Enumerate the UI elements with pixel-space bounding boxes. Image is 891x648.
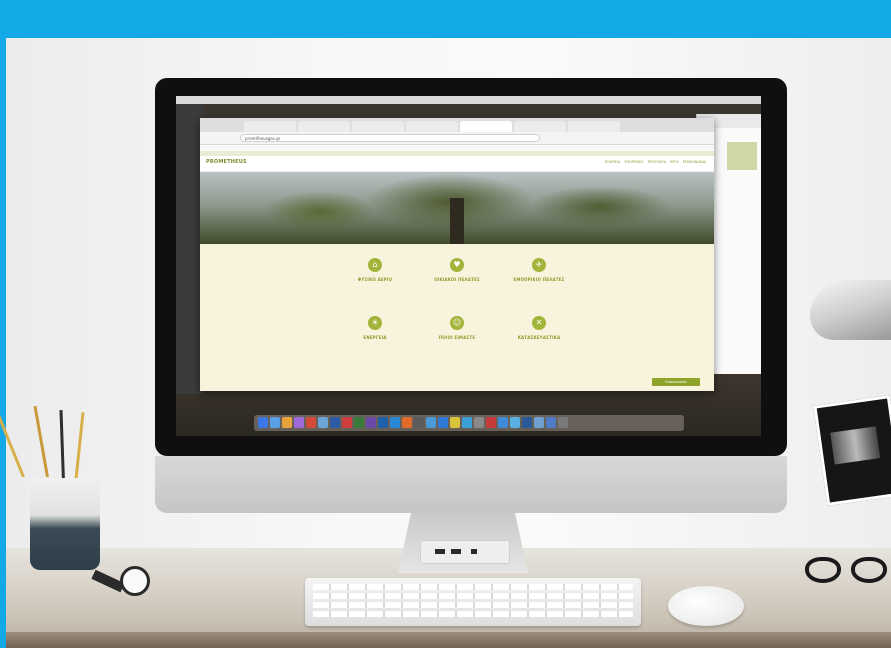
dock-app-icon[interactable] [438,417,448,428]
nav-item[interactable]: ΥΠΗΡΕΣΙΕΣ [624,160,643,164]
dock-app-icon[interactable] [426,417,436,428]
nav-item[interactable]: ΕΤΑΙΡΕΙΑ [605,160,621,164]
mouse [668,586,744,626]
service-item[interactable]: ✈ ΕΜΠΟΡΙΚΟΙ ΠΕΛΑΤΕΣ [484,258,594,282]
service-item[interactable]: ✕ ΚΑΤΑΣΚΕΥΑΣΤΙΚΑ [484,316,594,340]
dock-app-icon[interactable] [366,417,376,428]
dock-app-icon[interactable] [522,417,532,428]
dock-app-icon[interactable] [378,417,388,428]
dock-app-icon[interactable] [294,417,304,428]
dock-app-icon[interactable] [330,417,340,428]
dock-app-icon[interactable] [498,417,508,428]
dock-app-icon[interactable] [390,417,400,428]
dock-app-icon[interactable] [318,417,328,428]
tools-icon: ✕ [532,316,546,330]
dock-app-icon[interactable] [342,417,352,428]
address-bar-row: promitheusgas.gr [200,132,714,145]
browser-window: promitheusgas.gr PROMETHEUS ΕΤΑΙΡΕΙΑ ΥΠΗ… [200,118,714,391]
imac-screen: promitheusgas.gr PROMETHEUS ΕΤΑΙΡΕΙΑ ΥΠΗ… [176,96,761,436]
nav-item[interactable]: ΕΠΙΚΟΙΝΩΝΙΑ [683,160,706,164]
browser-tab-strip [200,118,714,132]
browser-tab-active[interactable] [460,121,512,132]
dock-app-icon[interactable] [558,417,568,428]
dock-app-icon[interactable] [450,417,460,428]
eyeglasses [805,557,891,587]
dock-app-icon[interactable] [258,417,268,428]
dock-app-icon[interactable] [510,417,520,428]
dock-app-icon[interactable] [414,417,424,428]
dock-app-icon[interactable] [462,417,472,428]
dock-app-icon[interactable] [402,417,412,428]
people-icon: ☺ [450,316,464,330]
browser-tab[interactable] [352,121,404,132]
factory-icon: ⌂ [368,258,382,272]
dock-app-icon[interactable] [474,417,484,428]
imac-chin [155,456,787,513]
browser-tab[interactable] [514,121,566,132]
macos-menubar [176,96,761,104]
family-icon: ♥ [450,258,464,272]
nav-item[interactable]: ΠΡΟΪΟΝΤΑ [648,160,666,164]
browser-tab[interactable] [244,121,296,132]
dock-app-icon[interactable] [354,417,364,428]
dock-app-icon[interactable] [534,417,544,428]
browser-tab[interactable] [406,121,458,132]
hero-tree-trunk [450,198,464,244]
usb-hub [420,540,510,564]
dock-app-icon[interactable] [546,417,556,428]
site-top-strip [200,151,714,156]
keyboard [305,578,641,626]
dock-app-icon[interactable] [282,417,292,428]
nav-item[interactable]: ΕΡΓΑ [670,160,679,164]
service-label: ΚΑΤΑΣΚΕΥΑΣΤΙΚΑ [517,335,561,340]
browser-tab[interactable] [568,121,620,132]
wristwatch [91,566,154,598]
url-field[interactable]: promitheusgas.gr [240,134,540,142]
photo-print [813,395,891,506]
dock-app-icon[interactable] [270,417,280,428]
rocket-icon: ✈ [532,258,546,272]
desk-lamp [810,280,891,340]
macos-dock [254,415,684,431]
services-section: ⌂ ΦΥΣΙΚΟ ΑΕΡΙΟ ♥ ΟΙΚΙΑΚΟΙ ΠΕΛΑΤΕΣ ✈ ΕΜΠΟ… [200,244,714,391]
site-nav: ΕΤΑΙΡΕΙΑ ΥΠΗΡΕΣΙΕΣ ΠΡΟΪΟΝΤΑ ΕΡΓΑ ΕΠΙΚΟΙΝ… [605,160,706,164]
dock-app-icon[interactable] [306,417,316,428]
pencil-cup [30,478,100,570]
contact-button[interactable]: Επικοινωνία [652,378,700,386]
lightbulb-icon: ☀ [368,316,382,330]
site-logo[interactable]: PROMETHEUS [206,159,247,165]
browser-tab[interactable] [298,121,350,132]
desk-edge [6,632,891,648]
top-blue-frame [0,0,891,38]
service-label: ΕΜΠΟΡΙΚΟΙ ΠΕΛΑΤΕΣ [513,277,565,282]
dock-app-icon[interactable] [486,417,496,428]
